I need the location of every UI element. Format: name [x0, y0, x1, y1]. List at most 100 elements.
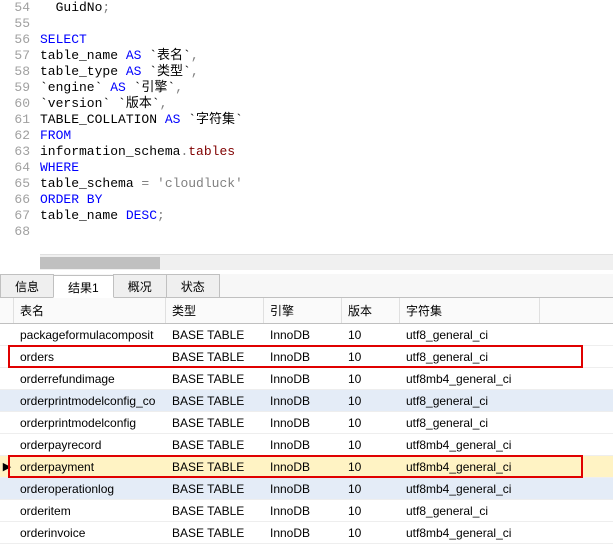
code-line[interactable]: 56SELECT [0, 32, 613, 48]
code-line[interactable]: 66ORDER BY [0, 192, 613, 208]
cell[interactable]: 10 [342, 524, 400, 542]
code-line[interactable]: 62FROM [0, 128, 613, 144]
cell[interactable]: 10 [342, 326, 400, 344]
table-row[interactable]: orderoperationlogBASE TABLEInnoDB10utf8m… [0, 478, 613, 500]
code-content[interactable]: WHERE [40, 160, 613, 176]
code-line[interactable]: 67table_name DESC; [0, 208, 613, 224]
code-line[interactable]: 63information_schema.tables [0, 144, 613, 160]
grid-header-col-0[interactable]: 表名 [14, 298, 166, 323]
grid-header-col-4[interactable]: 字符集 [400, 298, 540, 323]
code-line[interactable]: 54 GuidNo; [0, 0, 613, 16]
scrollbar-thumb[interactable] [40, 257, 160, 269]
cell[interactable]: 10 [342, 414, 400, 432]
cell[interactable]: BASE TABLE [166, 524, 264, 542]
table-row[interactable]: packageformulacompositBASE TABLEInnoDB10… [0, 324, 613, 346]
table-row[interactable]: ▶orderpaymentBASE TABLEInnoDB10utf8mb4_g… [0, 456, 613, 478]
cell[interactable]: InnoDB [264, 392, 342, 410]
code-line[interactable]: 55 [0, 16, 613, 32]
cell[interactable]: utf8_general_ci [400, 502, 540, 520]
cell[interactable]: BASE TABLE [166, 414, 264, 432]
cell[interactable]: orderprintmodelconfig_co [14, 392, 166, 410]
code-content[interactable]: table_name DESC; [40, 208, 613, 224]
cell[interactable]: InnoDB [264, 480, 342, 498]
code-content[interactable]: ORDER BY [40, 192, 613, 208]
code-line[interactable]: 58table_type AS `类型`, [0, 64, 613, 80]
code-line[interactable]: 60`version` `版本`, [0, 96, 613, 112]
cell[interactable]: utf8mb4_general_ci [400, 524, 540, 542]
table-row[interactable]: orderrefundimageBASE TABLEInnoDB10utf8mb… [0, 368, 613, 390]
cell[interactable]: InnoDB [264, 502, 342, 520]
cell[interactable]: 10 [342, 392, 400, 410]
cell[interactable]: BASE TABLE [166, 392, 264, 410]
code-line[interactable]: 64WHERE [0, 160, 613, 176]
tab-0[interactable]: 信息 [0, 274, 54, 297]
cell[interactable]: InnoDB [264, 326, 342, 344]
cell[interactable]: orderpayment [14, 458, 166, 476]
code-content[interactable]: TABLE_COLLATION AS `字符集` [40, 112, 613, 128]
cell[interactable]: InnoDB [264, 524, 342, 542]
cell[interactable]: packageformulacomposit [14, 326, 166, 344]
cell[interactable]: utf8mb4_general_ci [400, 436, 540, 454]
code-content[interactable]: information_schema.tables [40, 144, 613, 160]
code-line[interactable]: 68 [0, 224, 613, 240]
cell[interactable]: orders [14, 348, 166, 366]
code-content[interactable]: `version` `版本`, [40, 96, 613, 112]
cell[interactable]: orderoperationlog [14, 480, 166, 498]
code-content[interactable]: GuidNo; [40, 0, 613, 16]
code-line[interactable]: 57table_name AS `表名`, [0, 48, 613, 64]
cell[interactable]: BASE TABLE [166, 436, 264, 454]
table-row[interactable]: ordersBASE TABLEInnoDB10utf8_general_ci [0, 346, 613, 368]
grid-header-col-3[interactable]: 版本 [342, 298, 400, 323]
cell[interactable]: InnoDB [264, 458, 342, 476]
cell[interactable]: BASE TABLE [166, 326, 264, 344]
tab-1[interactable]: 结果1 [53, 275, 114, 298]
cell[interactable]: utf8mb4_general_ci [400, 480, 540, 498]
code-content[interactable]: table_name AS `表名`, [40, 48, 613, 64]
tab-2[interactable]: 概况 [113, 274, 167, 297]
code-content[interactable]: SELECT [40, 32, 613, 48]
cell[interactable]: 10 [342, 458, 400, 476]
cell[interactable]: 10 [342, 502, 400, 520]
code-line[interactable]: 61TABLE_COLLATION AS `字符集` [0, 112, 613, 128]
cell[interactable]: utf8_general_ci [400, 326, 540, 344]
cell[interactable]: 10 [342, 480, 400, 498]
code-content[interactable]: table_type AS `类型`, [40, 64, 613, 80]
code-line[interactable]: 65table_schema = 'cloudluck' [0, 176, 613, 192]
cell[interactable]: 10 [342, 348, 400, 366]
cell[interactable]: InnoDB [264, 414, 342, 432]
cell[interactable]: 10 [342, 436, 400, 454]
cell[interactable]: BASE TABLE [166, 502, 264, 520]
cell[interactable]: utf8_general_ci [400, 348, 540, 366]
code-content[interactable]: FROM [40, 128, 613, 144]
grid-header-col-2[interactable]: 引擎 [264, 298, 342, 323]
tab-3[interactable]: 状态 [166, 274, 220, 297]
sql-editor[interactable]: 54 GuidNo;5556SELECT57table_name AS `表名`… [0, 0, 613, 270]
code-line[interactable]: 59`engine` AS `引擎`, [0, 80, 613, 96]
cell[interactable]: utf8mb4_general_ci [400, 458, 540, 476]
cell[interactable]: orderprintmodelconfig [14, 414, 166, 432]
code-content[interactable] [40, 16, 613, 32]
cell[interactable]: utf8mb4_general_ci [400, 370, 540, 388]
cell[interactable]: InnoDB [264, 436, 342, 454]
cell[interactable]: InnoDB [264, 370, 342, 388]
cell[interactable]: 10 [342, 370, 400, 388]
code-content[interactable]: table_schema = 'cloudluck' [40, 176, 613, 192]
table-row[interactable]: orderinvoiceBASE TABLEInnoDB10utf8mb4_ge… [0, 522, 613, 544]
cell[interactable]: utf8_general_ci [400, 414, 540, 432]
cell[interactable]: orderinvoice [14, 524, 166, 542]
table-row[interactable]: orderitemBASE TABLEInnoDB10utf8_general_… [0, 500, 613, 522]
table-row[interactable]: orderpayrecordBASE TABLEInnoDB10utf8mb4_… [0, 434, 613, 456]
cell[interactable]: BASE TABLE [166, 370, 264, 388]
table-row[interactable]: orderprintmodelconfig_coBASE TABLEInnoDB… [0, 390, 613, 412]
cell[interactable]: BASE TABLE [166, 480, 264, 498]
code-content[interactable]: `engine` AS `引擎`, [40, 80, 613, 96]
cell[interactable]: utf8_general_ci [400, 392, 540, 410]
cell[interactable]: orderitem [14, 502, 166, 520]
cell[interactable]: orderpayrecord [14, 436, 166, 454]
cell[interactable]: InnoDB [264, 348, 342, 366]
table-row[interactable]: orderprintmodelconfigBASE TABLEInnoDB10u… [0, 412, 613, 434]
editor-scrollbar-horizontal[interactable] [40, 254, 613, 270]
cell[interactable]: orderrefundimage [14, 370, 166, 388]
code-content[interactable] [40, 224, 613, 240]
grid-header-col-1[interactable]: 类型 [166, 298, 264, 323]
